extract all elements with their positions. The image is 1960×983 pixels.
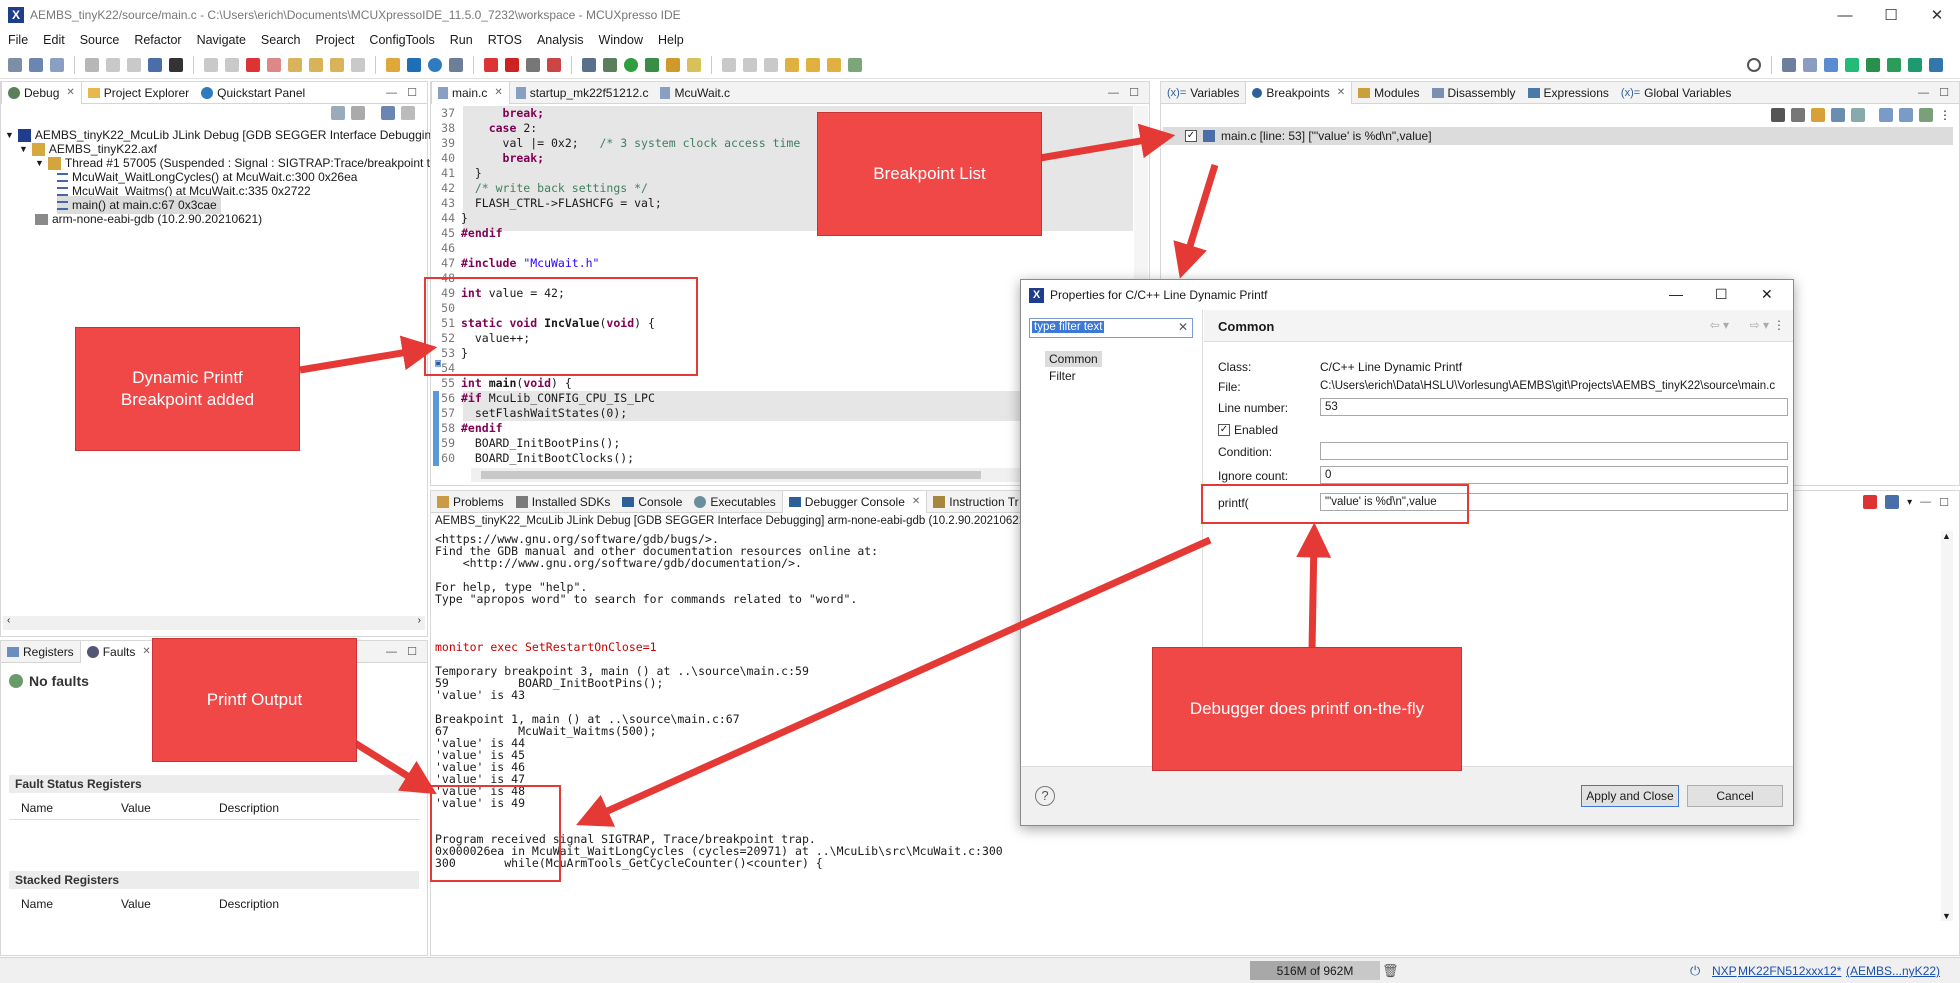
callout-breakpoint-list: Breakpoint List: [817, 112, 1042, 236]
arrow-to-console-output: [576, 536, 1212, 827]
callout-printf-output: Printf Output: [152, 638, 357, 762]
arrow-to-printf-field: [1296, 522, 1332, 651]
callout-debugger-printf: Debugger does printf on-the-fly: [1152, 647, 1462, 771]
arrow-to-dialog: [1173, 163, 1219, 279]
arrow-to-source-line: [299, 335, 438, 374]
callout-dynamic-printf: Dynamic Printf Breakpoint added: [75, 327, 300, 451]
arrow-to-breakpoint-list: [1039, 123, 1176, 162]
arrow-printf-output: [348, 737, 437, 795]
